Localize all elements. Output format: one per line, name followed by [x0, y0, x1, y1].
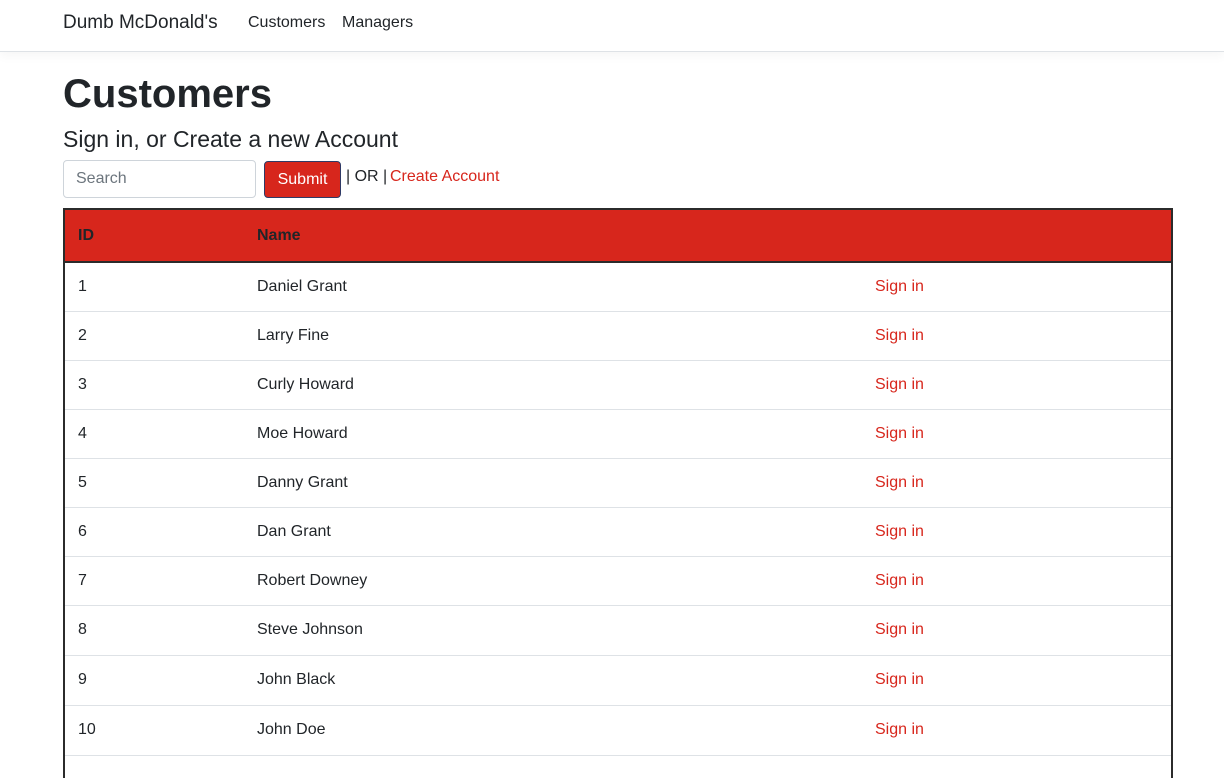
page-title: Customers [63, 72, 272, 116]
table-row: 10 John Doe Sign in [65, 705, 1171, 756]
nav-link-managers[interactable]: Managers [342, 14, 413, 32]
brand-link[interactable]: Dumb McDonald's [63, 12, 218, 34]
customer-id-cell: 4 [65, 409, 244, 459]
customer-action-cell: Sign in [862, 458, 1171, 508]
customer-name-cell: Daniel Grant [244, 262, 862, 312]
or-separator: | OR | [346, 168, 388, 185]
sign-in-link[interactable]: Sign in [875, 621, 924, 638]
sign-in-link[interactable]: Sign in [875, 425, 924, 442]
customer-name-cell: John Doe [244, 705, 862, 756]
table-row: 3 Curly Howard Sign in [65, 360, 1171, 410]
create-account-link[interactable]: Create Account [390, 168, 499, 186]
customer-action-cell: Sign in [862, 556, 1171, 606]
sign-in-link[interactable]: Sign in [875, 474, 924, 491]
customer-action-cell: Sign in [862, 360, 1171, 410]
header-action [862, 210, 1171, 263]
sign-in-link[interactable]: Sign in [875, 278, 924, 295]
header-id: ID [65, 210, 244, 263]
customer-action-cell: Sign in [862, 311, 1171, 361]
search-input[interactable] [63, 160, 256, 198]
sign-in-link[interactable]: Sign in [875, 721, 924, 738]
customer-action-cell: Sign in [862, 409, 1171, 459]
customer-action-cell: Sign in [862, 262, 1171, 312]
customer-id-cell: 7 [65, 556, 244, 606]
table-row: 4 Moe Howard Sign in [65, 409, 1171, 459]
customer-name-cell: Steve Johnson [244, 605, 862, 656]
customer-id-cell: 9 [65, 655, 244, 706]
table-header-row: ID Name [65, 210, 1171, 263]
customer-id-cell: 6 [65, 507, 244, 557]
customer-name-cell: John Black [244, 655, 862, 706]
customer-id-cell: 5 [65, 458, 244, 508]
customer-id-cell: 3 [65, 360, 244, 410]
customer-name-cell: Dan Grant [244, 507, 862, 557]
table-body: 1 Daniel Grant Sign in 2 Larry Fine Sign in 3 C… [65, 262, 1171, 756]
customer-name-cell: Danny Grant [244, 458, 862, 508]
table-row: 2 Larry Fine Sign in [65, 311, 1171, 361]
customer-id-cell: 10 [65, 705, 244, 756]
customer-name-cell: Curly Howard [244, 360, 862, 410]
customer-id-cell: 8 [65, 605, 244, 656]
table-row: 6 Dan Grant Sign in [65, 507, 1171, 557]
sign-in-link[interactable]: Sign in [875, 523, 924, 540]
customer-action-cell: Sign in [862, 705, 1171, 756]
page-subtitle: Sign in, or Create a new Account [63, 126, 398, 152]
sign-in-link[interactable]: Sign in [875, 327, 924, 344]
table-row: 1 Daniel Grant Sign in [65, 262, 1171, 312]
customer-name-cell: Moe Howard [244, 409, 862, 459]
nav-link-customers[interactable]: Customers [248, 14, 325, 32]
submit-button[interactable]: Submit [264, 161, 341, 198]
customer-action-cell: Sign in [862, 507, 1171, 557]
customers-table: ID Name 1 Daniel Grant Sign in 2 Larry Fine S… [65, 210, 1171, 756]
sign-in-link[interactable]: Sign in [875, 671, 924, 688]
customer-action-cell: Sign in [862, 605, 1171, 656]
customer-name-cell: Robert Downey [244, 556, 862, 606]
customer-name-cell: Larry Fine [244, 311, 862, 361]
customer-action-cell: Sign in [862, 655, 1171, 706]
table-row: 9 John Black Sign in [65, 655, 1171, 706]
table-row: 7 Robert Downey Sign in [65, 556, 1171, 606]
customer-id-cell: 1 [65, 262, 244, 312]
top-navbar: Dumb McDonald's Customers Managers [0, 0, 1224, 52]
header-name: Name [244, 210, 862, 263]
customers-table-container: ID Name 1 Daniel Grant Sign in 2 Larry Fine S… [63, 208, 1173, 778]
table-row: 8 Steve Johnson Sign in [65, 605, 1171, 656]
table-row: 5 Danny Grant Sign in [65, 458, 1171, 508]
customer-id-cell: 2 [65, 311, 244, 361]
sign-in-link[interactable]: Sign in [875, 572, 924, 589]
sign-in-link[interactable]: Sign in [875, 376, 924, 393]
